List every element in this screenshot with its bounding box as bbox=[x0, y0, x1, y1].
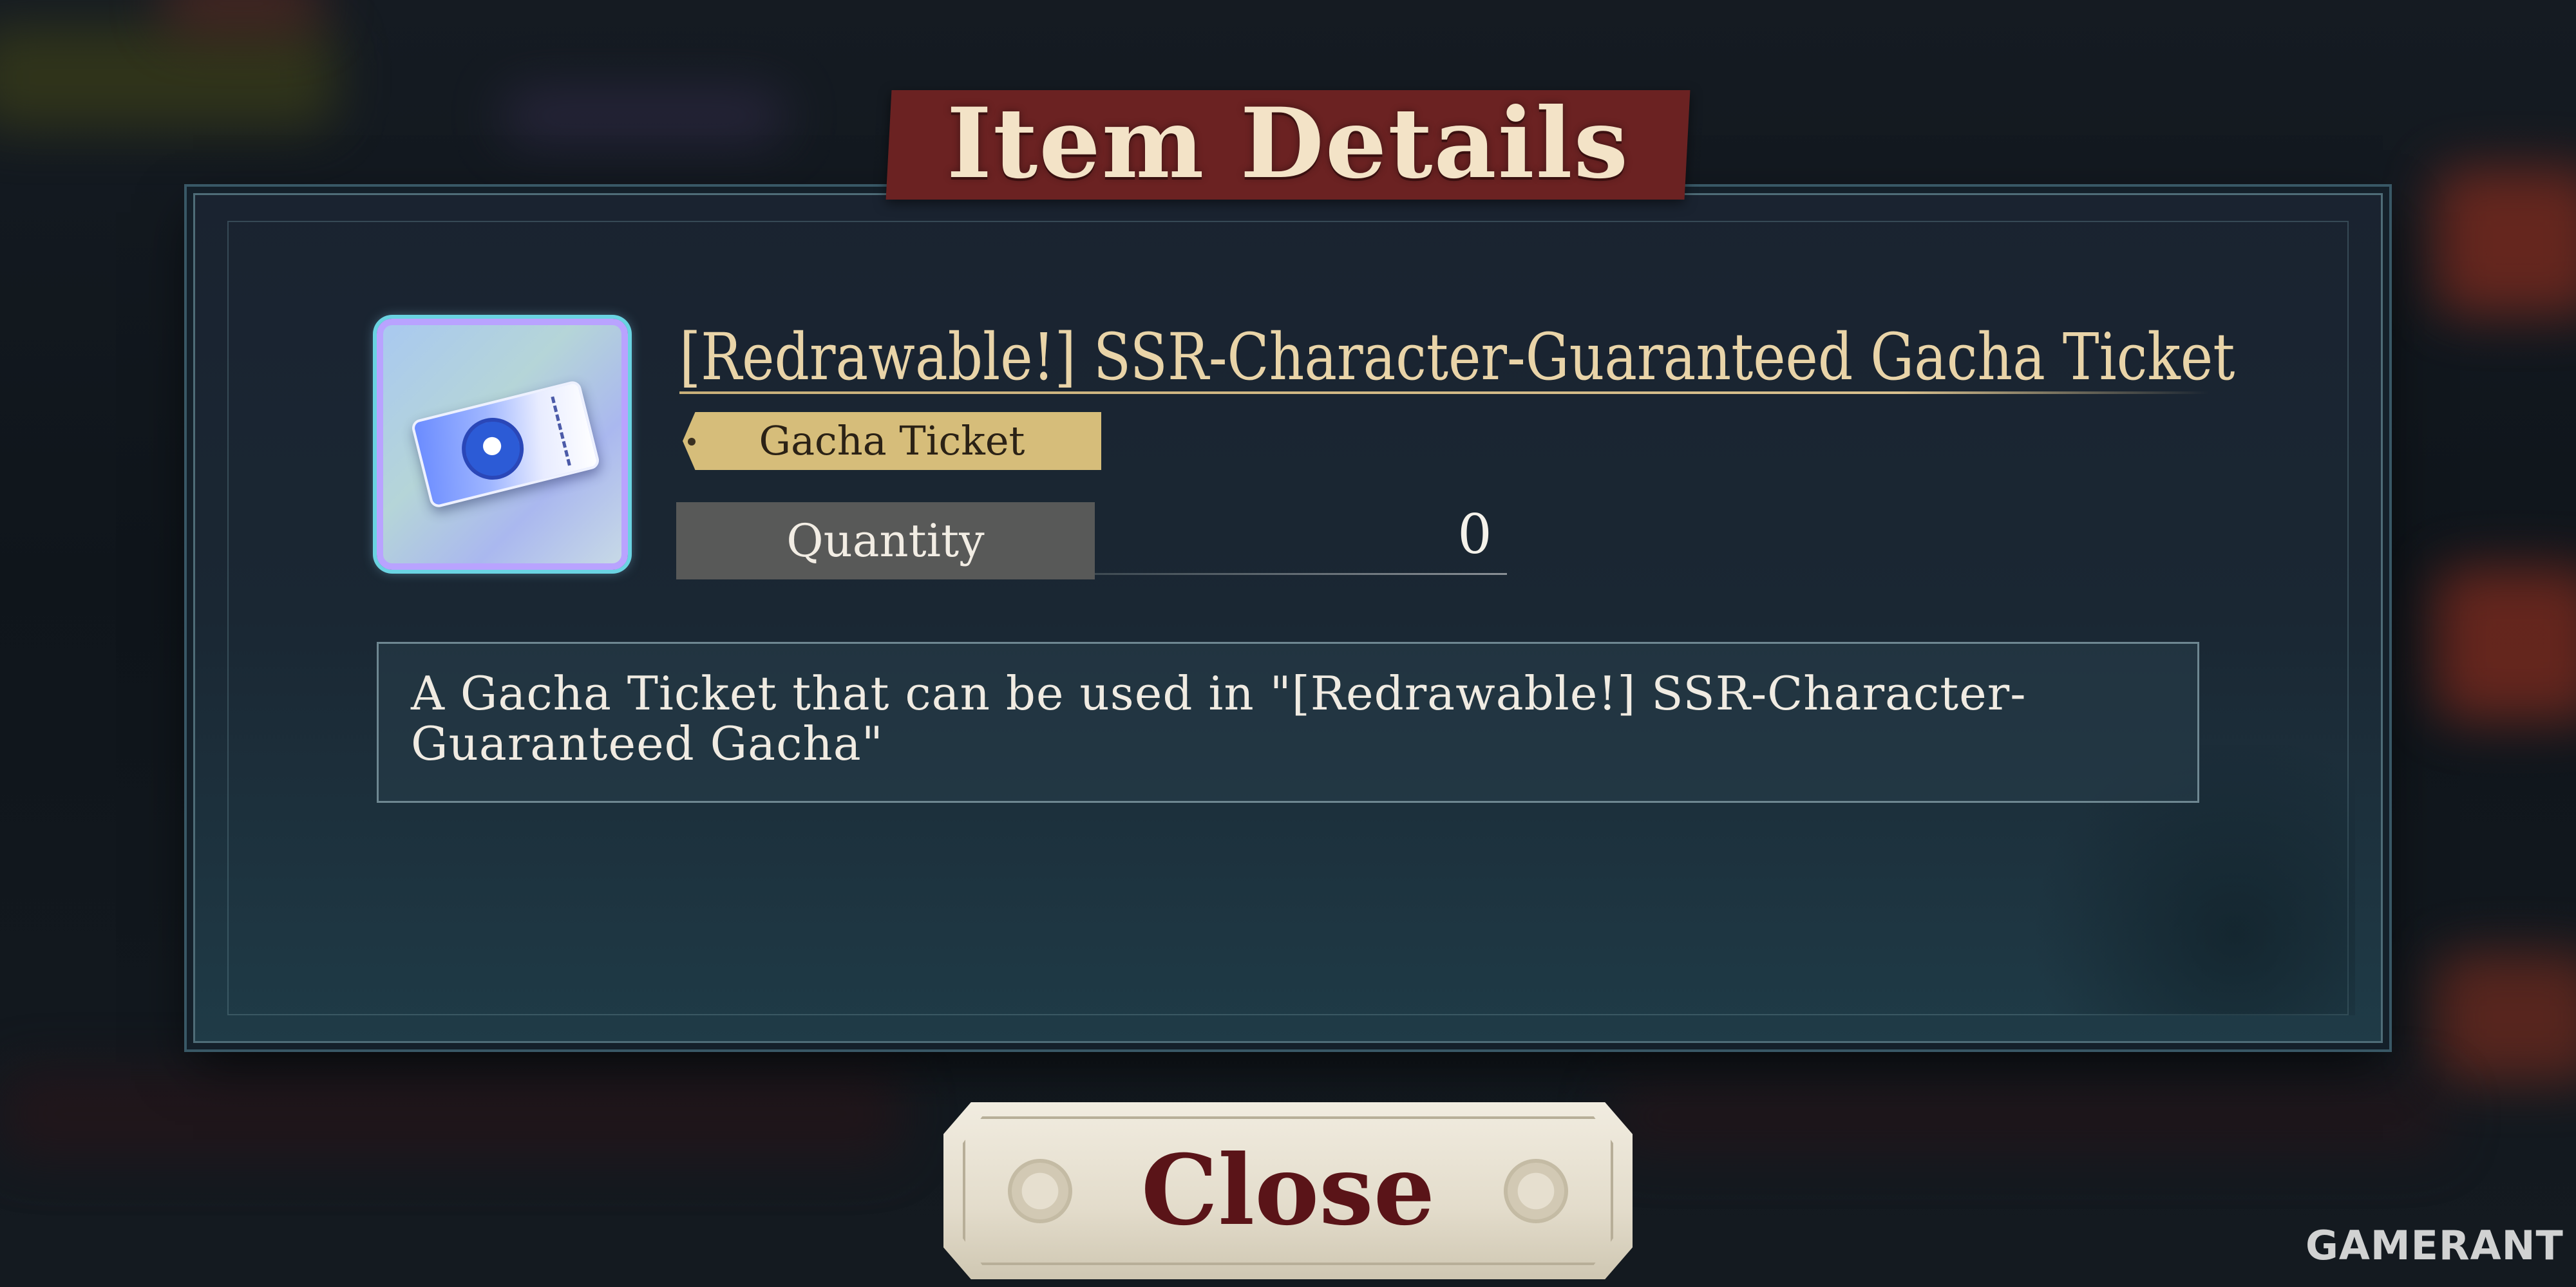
close-button[interactable]: Close bbox=[943, 1102, 1633, 1279]
category-label: Gacha Ticket bbox=[759, 417, 1025, 464]
item-name-underline bbox=[679, 391, 2209, 394]
quantity-label: Quantity bbox=[786, 514, 985, 567]
ticket-emblem bbox=[455, 411, 531, 487]
ticket-perforation bbox=[551, 396, 571, 466]
quantity-underline bbox=[1095, 573, 1507, 575]
gacha-ticket-icon bbox=[377, 319, 628, 570]
item-description: A Gacha Ticket that can be used in "[Red… bbox=[377, 642, 2199, 803]
quantity-value: 0 bbox=[1457, 503, 1492, 566]
gamerant-watermark: GAMERANT bbox=[2306, 1222, 2564, 1269]
close-button-label: Close bbox=[1141, 1134, 1435, 1247]
ticket-graphic bbox=[410, 379, 601, 509]
dialog-title: Item Details bbox=[946, 87, 1630, 200]
